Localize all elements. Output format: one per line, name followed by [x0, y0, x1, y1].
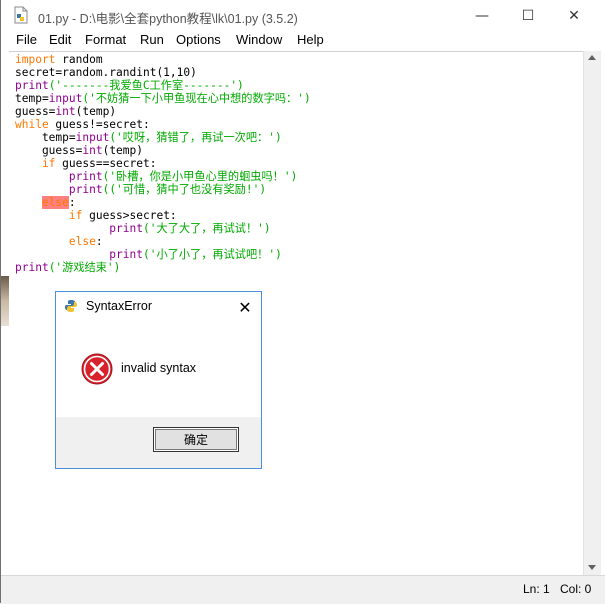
error-x-icon — [81, 353, 113, 385]
code-line[interactable]: else: — [15, 235, 311, 248]
code-token: ('小了小了，再试试吧！') — [142, 248, 282, 261]
menu-bar: File Edit Format Run Options Window Help — [1, 31, 605, 51]
menu-format[interactable]: Format — [85, 32, 126, 47]
menu-edit[interactable]: Edit — [49, 32, 71, 47]
code-line[interactable]: print('卧槽，你是小甲鱼心里的蛔虫吗！') — [15, 170, 311, 183]
code-token: int — [82, 144, 103, 157]
code-line[interactable]: print(('可惜，猜中了也没有奖励!') — [15, 183, 311, 196]
vertical-scrollbar[interactable] — [583, 51, 601, 575]
code-token: ('游戏结束') — [48, 261, 121, 274]
code-token: print — [68, 183, 103, 196]
code-line[interactable]: while guess!=secret: — [15, 118, 311, 131]
code-line[interactable]: if guess>secret: — [15, 209, 311, 222]
code-token: if — [41, 157, 56, 170]
code-token: ('卧槽，你是小甲鱼心里的蛔虫吗！') — [102, 170, 298, 183]
code-token: print — [109, 222, 143, 235]
close-icon: ✕ — [568, 7, 580, 24]
code-token: int — [55, 105, 76, 118]
minimize-icon: — — [475, 7, 489, 24]
code-line[interactable]: import random — [15, 53, 311, 66]
code-token: input — [75, 131, 110, 144]
code-line[interactable]: print('小了小了，再试试吧！') — [15, 248, 311, 261]
code-token: if — [68, 209, 83, 222]
code-line[interactable]: print('游戏结束') — [15, 261, 311, 274]
syntax-error-dialog: SyntaxError ✕ invalid syntax 确定 — [55, 291, 262, 469]
dialog-title: SyntaxError — [86, 299, 152, 313]
code-token: guess==secret: — [55, 157, 157, 170]
maximize-button[interactable]: ☐ — [505, 0, 551, 31]
code-token: while — [15, 118, 49, 131]
code-line[interactable]: temp=input('哎呀，猜错了，再试一次吧：') — [15, 131, 311, 144]
code-line[interactable]: guess=int(temp) — [15, 105, 311, 118]
python-icon — [65, 300, 77, 312]
code-text[interactable]: import random secret=random.randint(1,10)… — [15, 53, 311, 274]
code-token: else — [68, 235, 96, 248]
menu-file[interactable]: File — [16, 32, 37, 47]
menu-options[interactable]: Options — [176, 32, 221, 47]
code-token: random — [55, 53, 103, 66]
code-token: print — [15, 261, 49, 274]
status-column: Col: 0 — [560, 582, 592, 596]
menu-window[interactable]: Window — [236, 32, 282, 47]
idle-editor-window: 01.py - D:\电影\全套python教程\lk\01.py (3.5.2… — [0, 0, 605, 604]
code-token: (temp) — [102, 144, 143, 157]
code-token: ('-------我爱鱼C工作室-------') — [48, 79, 244, 92]
code-token: : — [68, 196, 76, 209]
status-line: Ln: 1 — [523, 582, 550, 596]
menu-help[interactable]: Help — [297, 32, 324, 47]
code-token: guess= — [15, 144, 83, 157]
code-token: input — [48, 92, 83, 105]
code-token: ('大了大了，再试试！') — [142, 222, 271, 235]
code-token: print — [68, 170, 103, 183]
close-button[interactable]: ✕ — [551, 0, 597, 31]
code-token: guess>secret: — [82, 209, 177, 222]
menu-run[interactable]: Run — [140, 32, 164, 47]
python-file-icon — [14, 6, 28, 24]
window-title: 01.py - D:\电影\全套python教程\lk\01.py (3.5.2… — [38, 12, 298, 26]
code-line[interactable]: else: — [15, 196, 311, 209]
code-token: print — [109, 248, 143, 261]
close-icon: ✕ — [238, 297, 252, 317]
maximize-icon: ☐ — [521, 7, 535, 24]
title-bar[interactable]: 01.py - D:\电影\全套python教程\lk\01.py (3.5.2… — [1, 0, 605, 31]
dialog-close-button[interactable]: ✕ — [234, 296, 256, 318]
minimize-button[interactable]: — — [459, 0, 505, 31]
code-token: temp= — [15, 131, 76, 144]
code-token: (('可惜，猜中了也没有奖励!') — [102, 183, 267, 196]
code-token: guess= — [15, 105, 56, 118]
dialog-title-bar[interactable]: SyntaxError ✕ — [56, 292, 261, 321]
code-token: ('哎呀，猜错了，再试一次吧：') — [109, 131, 282, 144]
code-token: : — [95, 235, 103, 248]
background-app-image-edge — [1, 276, 9, 326]
code-line[interactable]: secret=random.randint(1,10) — [15, 66, 311, 79]
code-token: guess!=secret: — [48, 118, 150, 131]
code-line[interactable]: temp=input('不妨猜一下小甲鱼现在心中想的数字吗：') — [15, 92, 311, 105]
code-token: ('不妨猜一下小甲鱼现在心中想的数字吗：') — [82, 92, 311, 105]
code-token: secret=random.randint(1,10) — [15, 66, 197, 79]
ok-button[interactable]: 确定 — [153, 427, 239, 452]
dialog-body: invalid syntax — [56, 321, 261, 417]
status-bar: Ln: 1 Col: 0 — [1, 575, 605, 604]
code-token: import — [15, 53, 56, 66]
dialog-message: invalid syntax — [121, 361, 197, 375]
scroll-up-icon[interactable] — [588, 55, 596, 60]
code-token: temp= — [15, 92, 49, 105]
code-token: print — [15, 79, 49, 92]
code-line[interactable]: print('-------我爱鱼C工作室-------') — [15, 79, 311, 92]
code-token: else — [41, 196, 69, 209]
code-line[interactable]: if guess==secret: — [15, 157, 311, 170]
code-line[interactable]: print('大了大了，再试试！') — [15, 222, 311, 235]
code-token: (temp) — [75, 105, 117, 118]
code-line[interactable]: guess=int(temp) — [15, 144, 311, 157]
scroll-down-icon[interactable] — [588, 565, 596, 570]
